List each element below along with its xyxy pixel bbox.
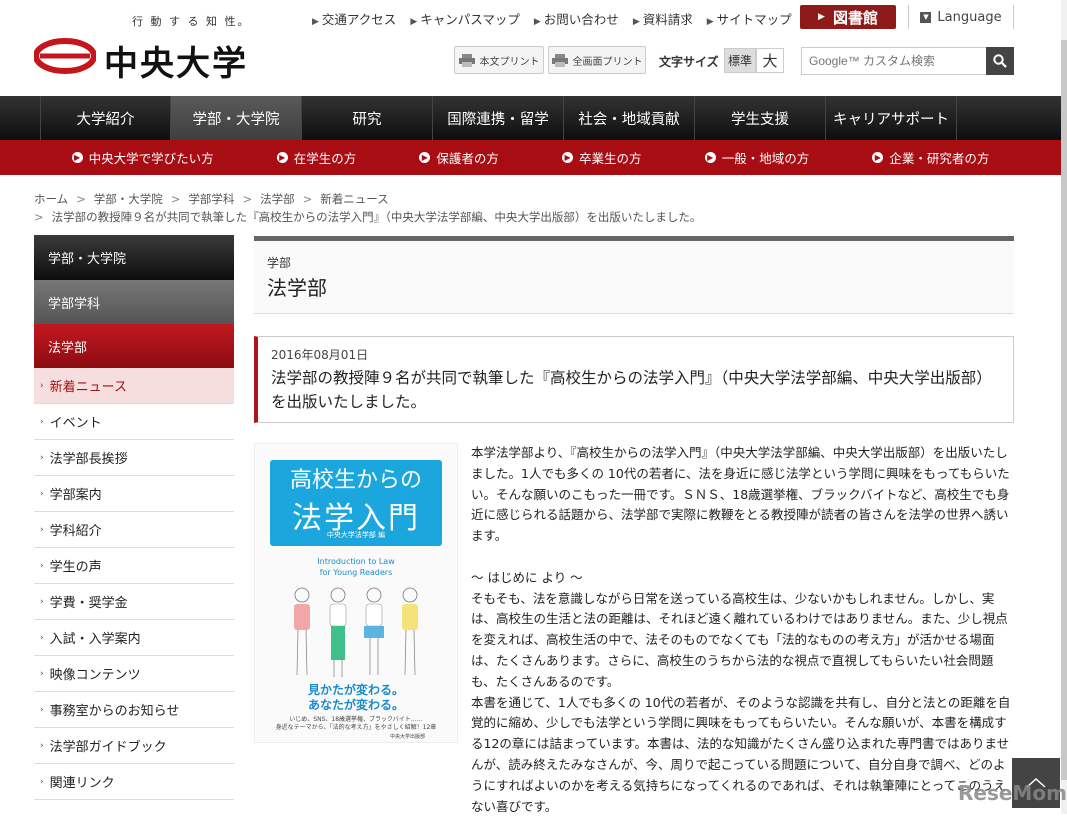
breadcrumb-news[interactable]: 新着ニュース xyxy=(320,192,388,206)
font-size-standard-button[interactable]: 標準 xyxy=(724,48,756,73)
main-nav-research[interactable]: 研究 xyxy=(302,96,433,140)
arrow-circle-icon: ▶ xyxy=(872,152,884,163)
sidebar-item-faculty-guide[interactable]: › 学部案内 xyxy=(34,476,234,512)
logo-text[interactable]: 中央大学 xyxy=(104,36,248,85)
sidebar-item-news[interactable]: › 新着ニュース xyxy=(34,368,234,404)
chevron-right-icon: › xyxy=(40,452,44,463)
page-title: 法学部 xyxy=(267,276,327,300)
sidebar-item-tuition[interactable]: › 学費・奨学金 xyxy=(34,584,234,620)
chevron-right-icon: › xyxy=(40,704,44,715)
play-icon: ▶ xyxy=(818,12,825,22)
university-logo-icon[interactable] xyxy=(34,38,96,74)
category-header xyxy=(254,236,1014,314)
utility-link-sitemap[interactable]: ▶ サイトマップ xyxy=(707,9,792,28)
dropdown-arrow-icon: ▼ xyxy=(920,11,932,23)
chevron-right-icon: › xyxy=(40,632,44,643)
audience-nav-alumni[interactable]: ▶ 卒業生の方 xyxy=(562,148,642,167)
watermark-logo: ReseMom xyxy=(958,781,1067,805)
main-nav: 大学紹介 学部・大学院 研究 国際連携・留学 社会・地域貢献 学生支援 キャリア… xyxy=(0,96,1061,140)
breadcrumb-departments[interactable]: 学部学科 xyxy=(188,192,234,206)
library-button[interactable]: ▶ 図書館 xyxy=(800,5,896,29)
sidebar-item-guidebook[interactable]: › 法学部ガイドブック xyxy=(34,728,234,764)
book-catchcopy: 見かたが変わる。 あなたが変わる。 xyxy=(307,683,404,712)
font-size-large-button[interactable]: 大 xyxy=(756,48,784,73)
page-scrollbar-thumb[interactable] xyxy=(1061,40,1067,780)
sidebar-item-events[interactable]: › イベント xyxy=(34,404,234,440)
chevron-right-icon: › xyxy=(40,776,44,787)
language-selector[interactable]: ▼ Language xyxy=(908,5,1014,29)
font-size-label: 文字サイズ xyxy=(659,55,719,69)
book-publisher: 中央大学出版部 xyxy=(390,734,426,740)
arrow-circle-icon: ▶ xyxy=(419,152,431,163)
sidebar-heading-departments[interactable]: 学部学科 xyxy=(34,280,234,324)
main-nav-faculties[interactable]: 学部・大学院 xyxy=(171,96,302,140)
article-paragraph: そもそも、法を意識しながら日常を送っている高校生は、少ないかもしれません。しかし… xyxy=(471,590,1008,689)
sidebar-item-dean-message[interactable]: › 法学部長挨拶 xyxy=(34,440,234,476)
chevron-right-icon: › xyxy=(40,668,44,679)
book-note: いじめ、SNS、18歳選挙権、ブラックバイト…… 身近なテーマから、「法的な考え方… xyxy=(275,716,437,731)
chevron-right-icon: › xyxy=(40,416,44,427)
search-button[interactable] xyxy=(986,47,1014,75)
main-nav-international[interactable]: 国際連携・留学 xyxy=(433,96,564,140)
article-paragraph: 本学法学部より、『高校生からの法学入門』（中央大学法学部編、中央大学出版部）を出… xyxy=(471,445,1010,544)
logo-tagline: 行 動 す る 知 性。 xyxy=(132,15,251,28)
chevron-right-icon: › xyxy=(40,740,44,751)
chevron-right-icon: › xyxy=(40,524,44,535)
search-icon xyxy=(993,54,1007,68)
chevron-right-icon: › xyxy=(40,488,44,499)
main-nav-about[interactable]: 大学紹介 xyxy=(40,96,171,140)
arrow-circle-icon: ▶ xyxy=(71,152,83,163)
sidebar-item-videos[interactable]: › 映像コンテンツ xyxy=(34,656,234,692)
breadcrumb-home[interactable]: ホーム xyxy=(34,192,68,206)
category-label: 学部 xyxy=(267,256,292,270)
sidebar-heading-law[interactable]: 法学部 xyxy=(34,324,234,368)
audience-nav: ▶ 中央大学で学びたい方 ▶ 在学生の方 ▶ 保護者の方 ▶ 卒業生の方 ▶ 一般・地域の… xyxy=(0,140,1061,175)
book-illustration-figures xyxy=(294,587,418,677)
printer-icon xyxy=(458,53,475,67)
sidebar-item-admissions[interactable]: › 入試・入学案内 xyxy=(34,620,234,656)
article-subheading: ～ はじめに より ～ xyxy=(471,569,583,585)
audience-nav-prospective[interactable]: ▶ 中央大学で学びたい方 xyxy=(71,148,214,167)
utility-nav: ▶ 交通アクセス ▶ キャンパスマップ ▶ お問い合わせ ▶ 資料請求 ▶ サイトマップ xyxy=(312,9,792,28)
audience-nav-business[interactable]: ▶ 企業・研究者の方 xyxy=(872,148,989,167)
breadcrumb: ホーム > 学部・大学院 > 学部学科 > 法学部 > 新着ニュース > 法学部の教授陣９名が共同… xyxy=(34,192,702,224)
arrow-circle-icon: ▶ xyxy=(276,152,288,163)
utility-link-access[interactable]: ▶ 交通アクセス xyxy=(312,9,396,28)
main-nav-student-support[interactable]: 学生支援 xyxy=(695,96,826,140)
news-date: 2016年08月01日 xyxy=(271,348,369,362)
news-title: 法学部の教授陣９名が共同で執筆した『高校生からの法学入門』（中央大学法学部編、中… xyxy=(271,369,992,411)
breadcrumb-law[interactable]: 法学部 xyxy=(260,192,295,206)
sidebar-heading-faculties[interactable]: 学部・大学院 xyxy=(34,235,234,280)
site-header: 行 動 す る 知 性。 中央大学 ▶ 交通アクセス ▶ キャンパスマップ ▶ お問い… xyxy=(0,0,1067,96)
arrow-circle-icon: ▶ xyxy=(704,152,716,163)
sidebar-item-departments[interactable]: › 学科紹介 xyxy=(34,512,234,548)
chevron-right-icon: › xyxy=(40,596,44,607)
main-nav-community[interactable]: 社会・地域貢献 xyxy=(564,96,695,140)
audience-nav-public[interactable]: ▶ 一般・地域の方 xyxy=(704,148,809,167)
chevron-right-icon: › xyxy=(40,380,44,391)
sidebar: 学部・大学院 学部学科 法学部 › 新着ニュース › イベント › 法学部長挨拶 › 学… xyxy=(34,235,234,800)
audience-nav-parents[interactable]: ▶ 保護者の方 xyxy=(419,148,499,167)
sidebar-item-office-notices[interactable]: › 事務室からのお知らせ xyxy=(34,692,234,728)
utility-link-contact[interactable]: ▶ お問い合わせ xyxy=(534,9,619,28)
arrow-circle-icon: ▶ xyxy=(562,152,574,163)
chevron-right-icon: › xyxy=(40,560,44,571)
audience-nav-students[interactable]: ▶ 在学生の方 xyxy=(276,148,356,167)
book-editor: 中央大学法学部 編 xyxy=(326,531,386,539)
sidebar-item-related-links[interactable]: › 関連リンク xyxy=(34,764,234,800)
utility-link-request[interactable]: ▶ 資料請求 xyxy=(633,9,693,28)
main-nav-career[interactable]: キャリアサポート xyxy=(826,96,957,140)
article-body: 本学法学部より、『高校生からの法学入門』（中央大学法学部編、中央大学出版部）を出… xyxy=(471,443,1014,817)
breadcrumb-faculties[interactable]: 学部・大学院 xyxy=(94,192,163,206)
book-title-line1: 高校生からの xyxy=(289,468,422,493)
print-body-button[interactable]: 本文プリント xyxy=(454,46,544,74)
sidebar-item-student-voices[interactable]: › 学生の声 xyxy=(34,548,234,584)
search-input[interactable] xyxy=(801,47,987,75)
book-english-title: Introduction to Law for Young Readers xyxy=(317,557,395,577)
print-all-button[interactable]: 全画面プリント xyxy=(548,46,646,74)
utility-link-campus-map[interactable]: ▶ キャンパスマップ xyxy=(410,9,520,28)
article-paragraph: 本書を通じて、1人でも多くの 10代の若者が、そのような認識を共有し、自分と法と… xyxy=(471,694,1011,814)
breadcrumb-current: 法学部の教授陣９名が共同で執筆した『高校生からの法学入門』（中央大学法学部編、中… xyxy=(51,210,702,224)
printer-icon xyxy=(551,53,568,67)
